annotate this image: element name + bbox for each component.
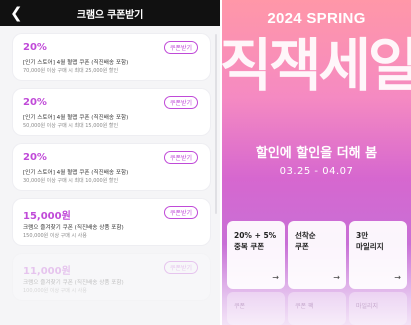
sale-subline: 할인에 할인을 더해 봄 xyxy=(255,146,378,161)
benefit-card-mileage[interactable]: 3만 마일리지 → xyxy=(349,221,407,289)
coupon-name: 크램으 즐겨찾기 쿠폰 (직진배송 상품 포함) xyxy=(23,280,124,286)
benefit-text: 20% + 5% 중복 쿠폰 xyxy=(234,231,277,251)
faded-card-text: 쿠폰 팩 xyxy=(295,303,314,310)
coupon-condition: 50,000원 이상 구매 시 최대 15,000원 할인 xyxy=(23,123,119,129)
coupon-condition: 100,000원 이상 구매 시 사용 xyxy=(23,288,87,294)
coupon-download-button[interactable]: 쿠폰받기 xyxy=(163,151,198,164)
coupon-amount: 20% xyxy=(23,42,47,53)
coupon-amount: 20% xyxy=(23,152,47,163)
arrow-right-icon[interactable]: → xyxy=(272,273,279,282)
chevron-left-icon[interactable]: ❮ xyxy=(10,4,24,22)
promo-banner: 2024 SPRING 직잭세일 할인에 할인을 더해 봄 03.25 - 04… xyxy=(222,0,411,325)
coupon-condition: 30,000원 이상 구매 시 최대 10,000원 할인 xyxy=(23,178,119,184)
scrollbar[interactable] xyxy=(215,34,217,214)
coupon-download-button[interactable]: 쿠폰받기 xyxy=(163,41,198,54)
benefit-card-first-come[interactable]: 선착순 쿠폰 → xyxy=(288,221,346,289)
coupon-download-button[interactable]: 쿠폰받기 xyxy=(163,96,198,109)
benefit-text: 3만 마일리지 xyxy=(356,231,384,251)
coupon-card: 11,000원 쿠폰받기 크램으 즐겨찾기 쿠폰 (직진배송 상품 포함) 10… xyxy=(13,254,210,300)
faded-card-text: 마일리지 xyxy=(356,303,379,310)
coupon-name: [인기 스토어] 4월 혈맵 쿠폰 (직진배송 포함) xyxy=(23,115,129,121)
benefit-card-coupon[interactable]: 20% + 5% 중복 쿠폰 → xyxy=(227,221,285,289)
faded-card: 쿠폰 xyxy=(227,292,285,325)
arrow-right-icon[interactable]: → xyxy=(394,273,401,282)
top-bar: ❮ 크램으 쿠폰받기 xyxy=(0,0,220,26)
faded-card: 쿠폰 팩 xyxy=(288,292,346,325)
coupon-name: [인기 스토어] 4월 혈맵 쿠폰 (직진배송 포함) xyxy=(23,60,129,66)
coupon-name: 크램으 즐겨찾기 쿠폰 (직진배송 상품 포함) xyxy=(23,225,124,231)
coupon-amount: 20% xyxy=(23,97,47,108)
coupon-card: 20% 쿠폰받기 [인기 스토어] 4월 혈맵 쿠폰 (직진배송 포함) 70,… xyxy=(13,34,210,80)
faded-card: 마일리지 xyxy=(349,292,407,325)
coupon-amount: 11,000원 xyxy=(23,266,71,277)
coupon-card: 15,000원 쿠폰받기 크램으 즐겨찾기 쿠폰 (직진배송 상품 포함) 15… xyxy=(13,199,210,245)
screenshot-root: ❮ 크램으 쿠폰받기 20% 쿠폰받기 [인기 스토어] 4월 혈맵 쿠폰 (직… xyxy=(0,0,411,325)
faded-card-text: 쿠폰 xyxy=(234,303,246,310)
coupon-download-button[interactable]: 쿠폰받기 xyxy=(163,206,198,219)
sale-dates: 03.25 - 04.07 xyxy=(279,166,354,177)
coupon-card: 20% 쿠폰받기 [인기 스토어] 4월 혈맵 쿠폰 (직진배송 포함) 30,… xyxy=(13,144,210,190)
coupon-condition: 150,000원 이상 구매 시 사용 xyxy=(23,233,87,239)
coupon-name: [인기 스토어] 4월 혈맵 쿠폰 (직진배송 포함) xyxy=(23,170,129,176)
coupon-card: 20% 쿠폰받기 [인기 스토어] 4월 혈맵 쿠폰 (직진배송 포함) 50,… xyxy=(13,89,210,135)
page-title: 크램으 쿠폰받기 xyxy=(76,9,144,21)
sale-headline: 직잭세일 xyxy=(222,33,411,99)
coupon-condition: 70,000원 이상 구매 시 최대 25,000원 할인 xyxy=(23,68,119,74)
season-label: 2024 SPRING xyxy=(267,10,366,27)
arrow-right-icon[interactable]: → xyxy=(333,273,340,282)
coupon-screen: ❮ 크램으 쿠폰받기 20% 쿠폰받기 [인기 스토어] 4월 혈맵 쿠폰 (직… xyxy=(0,0,220,325)
coupon-amount: 15,000원 xyxy=(23,211,71,222)
benefit-text: 선착순 쿠폰 xyxy=(295,231,316,251)
coupon-download-button[interactable]: 쿠폰받기 xyxy=(163,261,198,274)
